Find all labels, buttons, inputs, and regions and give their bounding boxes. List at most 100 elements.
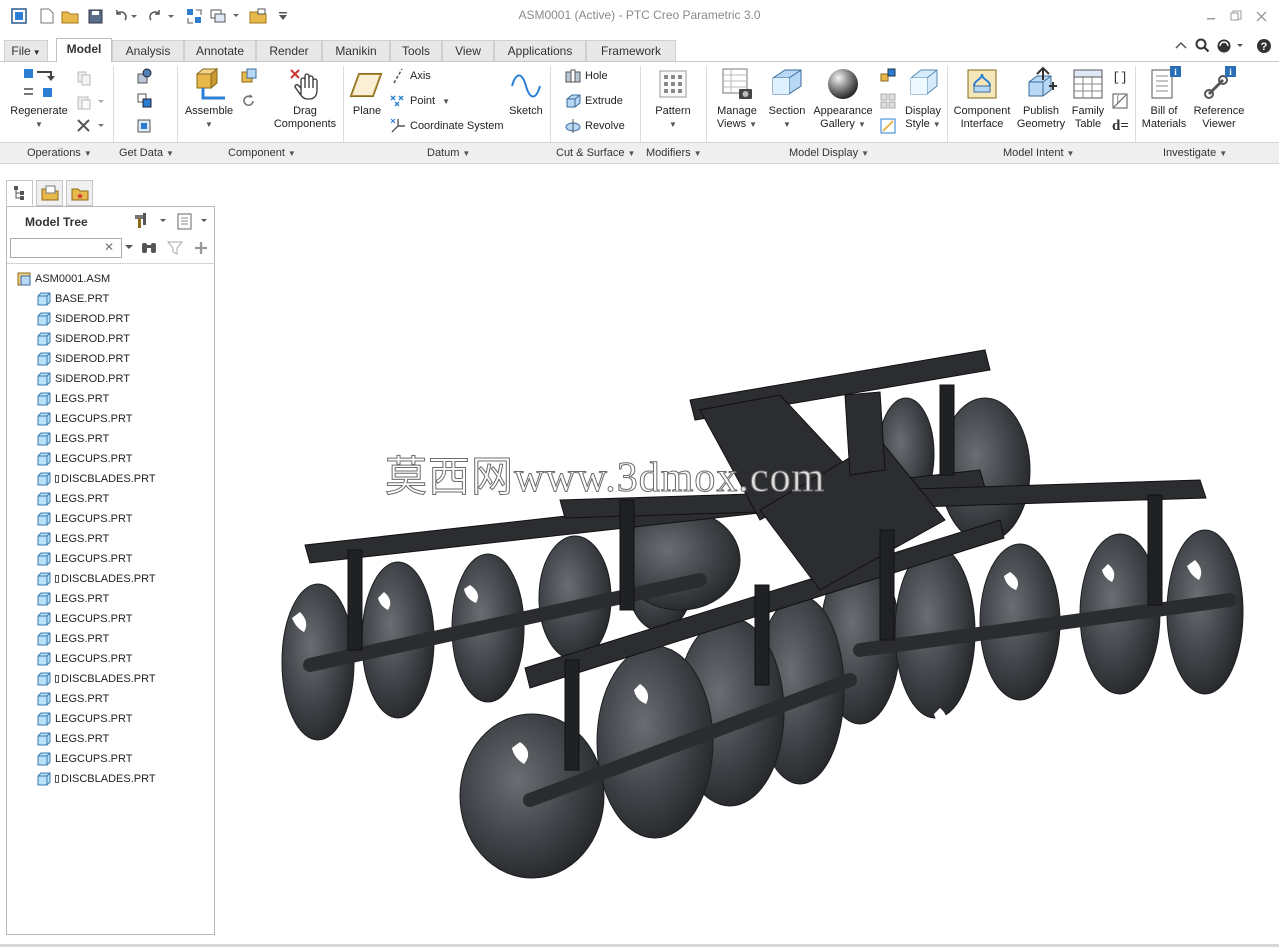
display-style-button[interactable]: Display Style ▼	[900, 66, 946, 131]
bill-of-materials-button[interactable]: i Bill of Materials	[1140, 66, 1188, 131]
tab-applications[interactable]: Applications	[494, 40, 586, 62]
group-investigate[interactable]: Investigate ▼	[1163, 147, 1227, 159]
tree-item[interactable]: BASE.PRT	[7, 289, 214, 309]
sketch-button[interactable]: Sketch	[506, 66, 546, 118]
group-model-intent[interactable]: Model Intent ▼	[1003, 147, 1074, 159]
revolve-button[interactable]: Revolve	[565, 118, 625, 134]
publish-geometry-button[interactable]: Publish Geometry	[1014, 66, 1068, 131]
tree-item[interactable]: LEGS.PRT	[7, 729, 214, 749]
find-binoculars-icon[interactable]	[140, 239, 158, 257]
tree-item[interactable]: LEGCUPS.PRT	[7, 749, 214, 769]
regenerate-button[interactable]: Regenerate ▼	[8, 66, 70, 131]
group-datum[interactable]: Datum ▼	[427, 147, 470, 159]
graphics-area[interactable]: 莫西网www.3dmox.com	[216, 166, 1279, 935]
perspective-view-icon[interactable]	[880, 118, 896, 134]
model-tree-header: Model Tree	[7, 207, 214, 237]
group-operations[interactable]: Operations ▼	[27, 147, 92, 159]
tree-item[interactable]: LEGCUPS.PRT	[7, 649, 214, 669]
ptc-community-icon[interactable]	[1216, 38, 1246, 54]
group-get-data[interactable]: Get Data ▼	[119, 147, 174, 159]
minimize-icon[interactable]	[1203, 8, 1219, 24]
tab-manikin[interactable]: Manikin	[322, 40, 390, 62]
model-tree-tab[interactable]	[6, 180, 33, 206]
tree-item[interactable]: DISCBLADES.PRT	[7, 569, 214, 589]
tree-item[interactable]: LEGS.PRT	[7, 489, 214, 509]
axis-button[interactable]: Axis	[390, 68, 431, 84]
help-icon[interactable]: ?	[1256, 38, 1272, 54]
extrude-button[interactable]: Extrude	[565, 93, 623, 109]
tree-item[interactable]: LEGS.PRT	[7, 629, 214, 649]
add-column-icon[interactable]	[192, 239, 210, 257]
search-options-chevron-icon[interactable]	[124, 242, 134, 254]
restore-icon[interactable]	[1228, 8, 1244, 24]
point-button[interactable]: Point ▼	[390, 93, 450, 109]
manage-views-button[interactable]: Manage Views ▼	[713, 66, 761, 131]
tab-render[interactable]: Render	[256, 40, 322, 62]
switch-dimensions-icon[interactable]: []	[1112, 68, 1128, 85]
family-table-button[interactable]: Family Table	[1068, 66, 1108, 131]
repeat-icon[interactable]	[241, 93, 257, 109]
hole-button[interactable]: Hole	[565, 68, 608, 84]
tree-item[interactable]: SIDEROD.PRT	[7, 349, 214, 369]
tree-item[interactable]: DISCBLADES.PRT	[7, 469, 214, 489]
group-cut-surface[interactable]: Cut & Surface ▼	[556, 147, 635, 159]
filter-icon[interactable]	[166, 239, 184, 257]
close-icon[interactable]	[1253, 8, 1269, 24]
tree-item[interactable]: LEGCUPS.PRT	[7, 509, 214, 529]
component-interface-button[interactable]: Component Interface	[952, 66, 1012, 131]
exploded-view-icon[interactable]	[880, 93, 896, 109]
coordinate-system-button[interactable]: Coordinate System	[390, 118, 504, 134]
settings-hammer-icon[interactable]	[132, 212, 168, 230]
tab-framework[interactable]: Framework	[586, 40, 676, 62]
pattern-button[interactable]: Pattern ▼	[652, 66, 694, 131]
favorites-tab[interactable]	[66, 180, 93, 206]
tree-item[interactable]: LEGS.PRT	[7, 529, 214, 549]
tree-item[interactable]: SIDEROD.PRT	[7, 369, 214, 389]
minimize-ribbon-icon[interactable]	[1174, 38, 1190, 54]
appearance-gallery-button[interactable]: Appearance Gallery ▼	[810, 66, 876, 131]
copy-geometry-icon[interactable]	[137, 93, 153, 109]
drag-hand-icon	[287, 66, 323, 102]
tab-model[interactable]: Model	[56, 38, 112, 62]
tree-item[interactable]: LEGS.PRT	[7, 589, 214, 609]
reference-viewer-button[interactable]: i Reference Viewer	[1190, 66, 1248, 131]
tree-item[interactable]: DISCBLADES.PRT	[7, 669, 214, 689]
tree-item[interactable]: SIDEROD.PRT	[7, 329, 214, 349]
section-button[interactable]: Section ▼	[766, 66, 808, 131]
tab-tools[interactable]: Tools	[390, 40, 442, 62]
tab-annotate[interactable]: Annotate	[184, 40, 256, 62]
drag-components-button[interactable]: Drag Components	[272, 66, 338, 131]
group-modifiers[interactable]: Modifiers ▼	[646, 147, 702, 159]
assemble-button[interactable]: Assemble ▼	[182, 66, 236, 131]
delete-icon[interactable]	[76, 118, 108, 134]
tab-analysis[interactable]: Analysis	[112, 40, 184, 62]
parameters-icon[interactable]: [	[1112, 93, 1128, 109]
group-component[interactable]: Component ▼	[228, 147, 296, 159]
group-model-display[interactable]: Model Display ▼	[789, 147, 869, 159]
tree-item[interactable]: SIDEROD.PRT	[7, 309, 214, 329]
copy-icon[interactable]	[76, 70, 92, 86]
tree-item[interactable]: LEGCUPS.PRT	[7, 449, 214, 469]
tree-item[interactable]: LEGCUPS.PRT	[7, 709, 214, 729]
tree-root-item[interactable]: ASM0001.ASM	[7, 269, 214, 289]
clear-search-icon[interactable]: ✕	[104, 240, 114, 254]
tree-item[interactable]: LEGCUPS.PRT	[7, 409, 214, 429]
folder-browser-tab[interactable]	[36, 180, 63, 206]
tab-file[interactable]: File ▼	[4, 40, 48, 62]
relations-button[interactable]: d=	[1112, 118, 1129, 135]
create-component-icon[interactable]	[241, 68, 257, 84]
plane-button[interactable]: Plane	[348, 66, 386, 118]
tree-item[interactable]: LEGS.PRT	[7, 429, 214, 449]
tree-item[interactable]: LEGCUPS.PRT	[7, 549, 214, 569]
paste-icon[interactable]	[76, 94, 108, 110]
show-menu-icon[interactable]	[175, 212, 211, 230]
user-defined-feature-icon[interactable]	[137, 68, 153, 84]
tree-item[interactable]: LEGCUPS.PRT	[7, 609, 214, 629]
tab-view[interactable]: View	[442, 40, 494, 62]
tree-item[interactable]: DISCBLADES.PRT	[7, 769, 214, 789]
tree-item[interactable]: LEGS.PRT	[7, 689, 214, 709]
display-style-small-icon[interactable]	[880, 68, 896, 84]
shrinkwrap-icon[interactable]	[137, 118, 153, 134]
search-icon[interactable]	[1195, 38, 1211, 54]
tree-item[interactable]: LEGS.PRT	[7, 389, 214, 409]
